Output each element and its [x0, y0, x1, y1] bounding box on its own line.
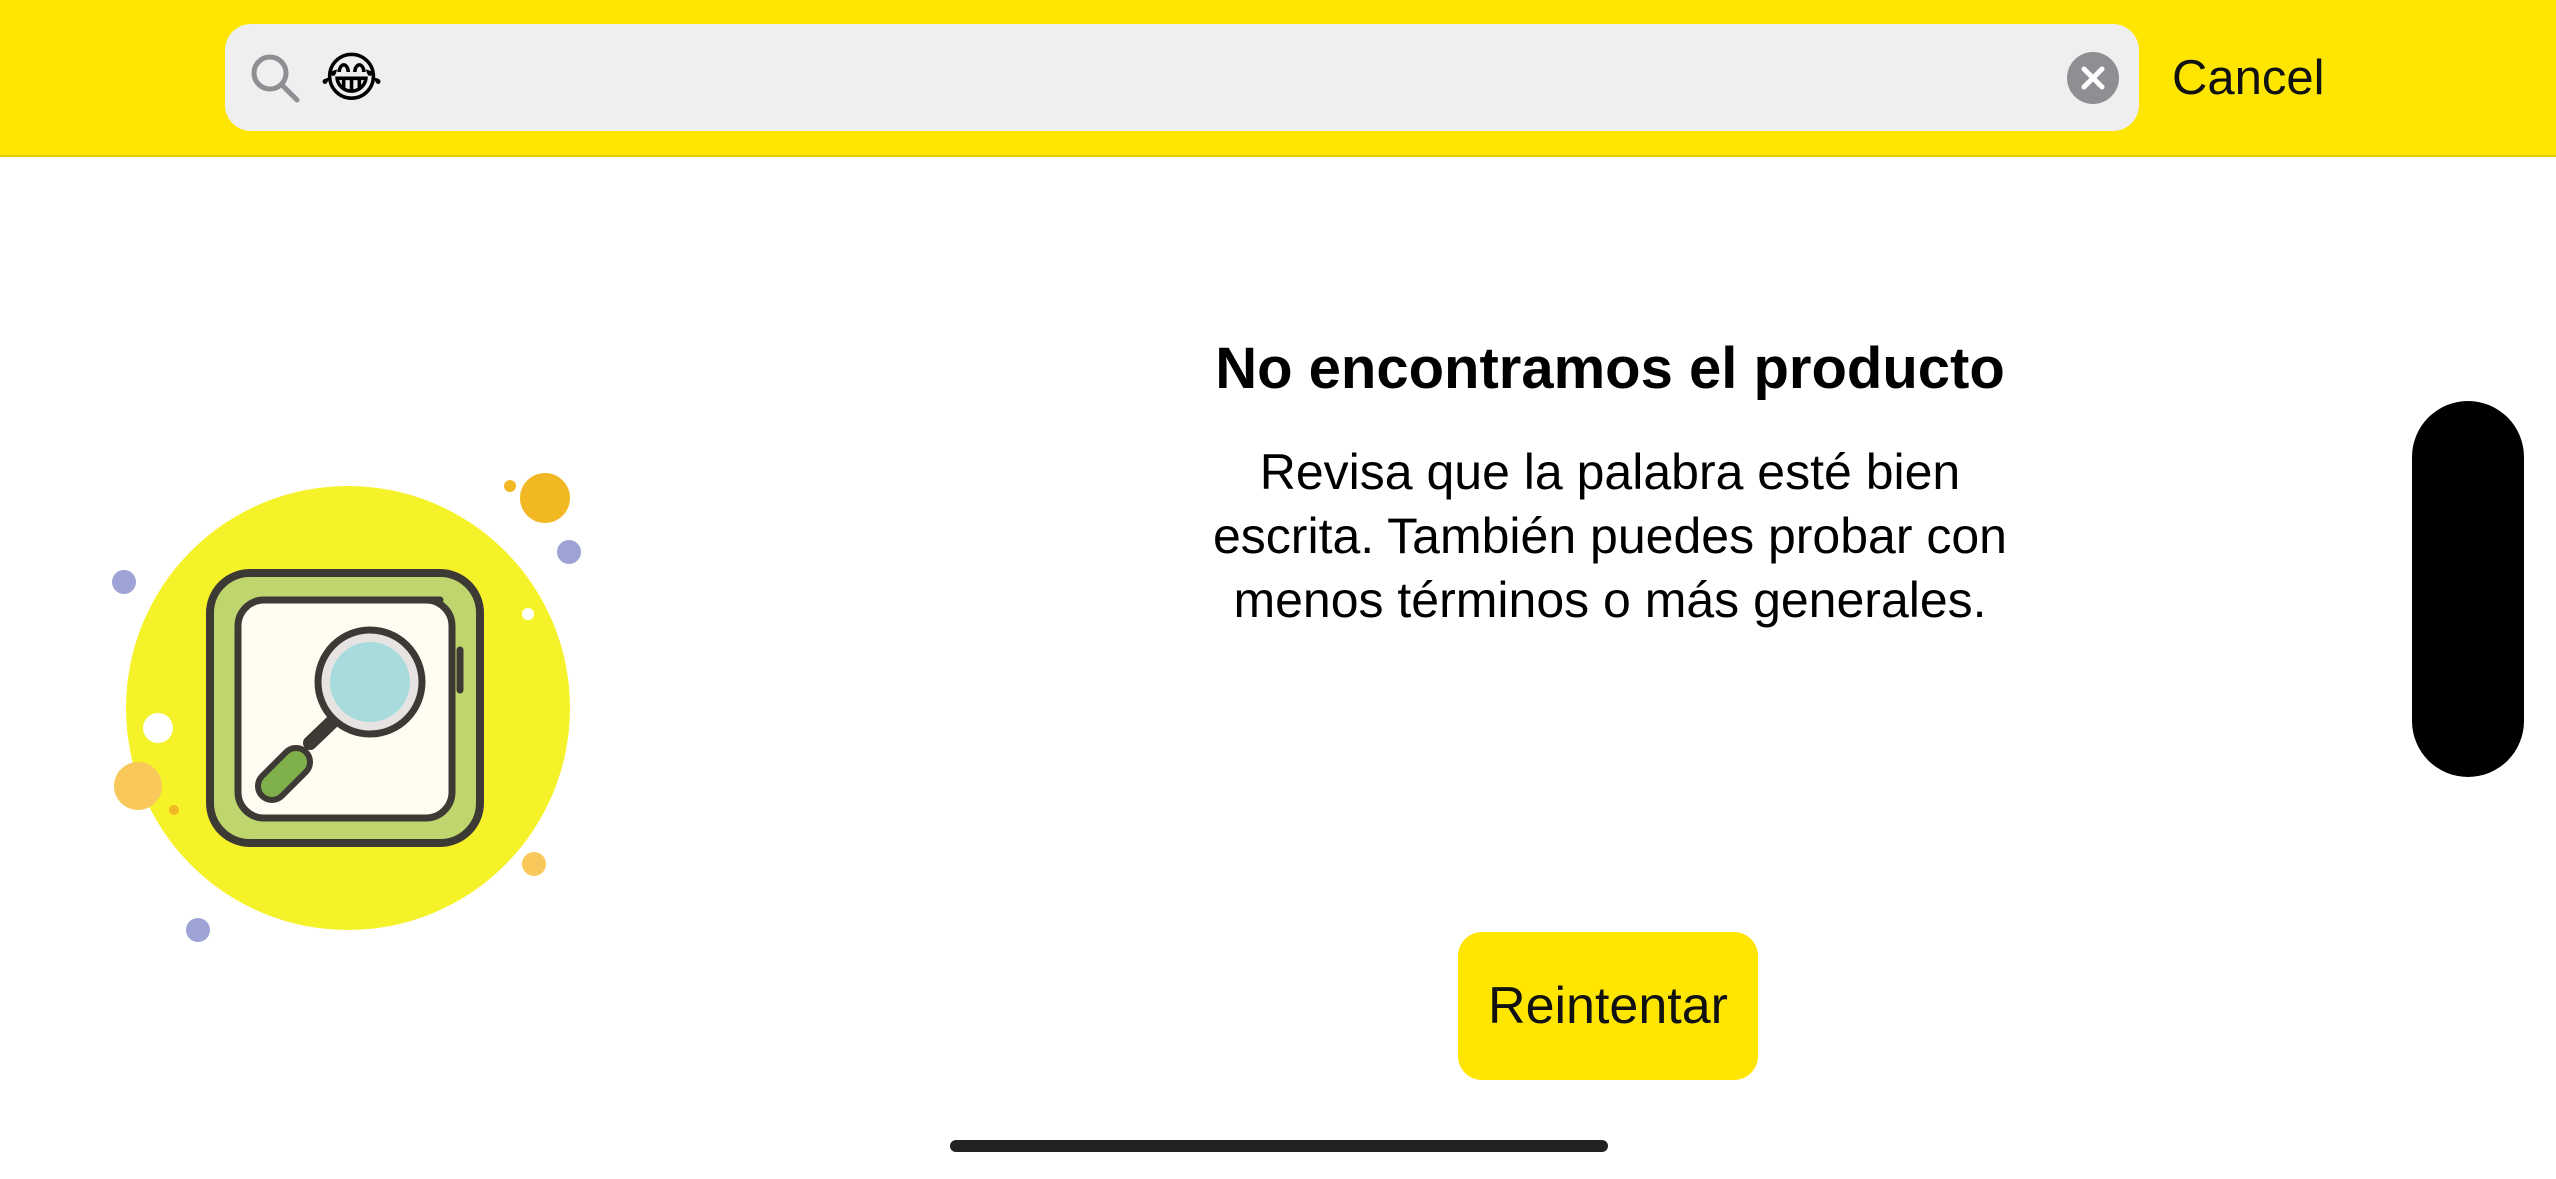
search-icon [251, 54, 300, 103]
cancel-button[interactable]: Cancel [2172, 38, 2325, 118]
clear-search-button[interactable] [2067, 52, 2119, 104]
magnifier-illustration [112, 473, 581, 942]
empty-state-message: Revisa que la palabra esté bien escrita.… [1100, 440, 2120, 632]
message-line: Revisa que la palabra esté bien [1259, 444, 1961, 500]
search-header: 😂 Cancel [0, 0, 2556, 157]
retry-button[interactable]: Reintentar [1458, 932, 1758, 1080]
empty-state-title: No encontramos el producto [1215, 336, 2005, 401]
message-line: menos términos o más generales. [1233, 572, 1987, 628]
search-input-value[interactable]: 😂 [320, 24, 383, 131]
search-field[interactable]: 😂 [225, 24, 2139, 131]
clear-icon [2081, 66, 2105, 90]
home-indicator[interactable] [950, 1140, 1608, 1152]
scroll-handle[interactable] [2412, 401, 2524, 777]
message-line: escrita. También puedes probar con [1213, 508, 2007, 564]
